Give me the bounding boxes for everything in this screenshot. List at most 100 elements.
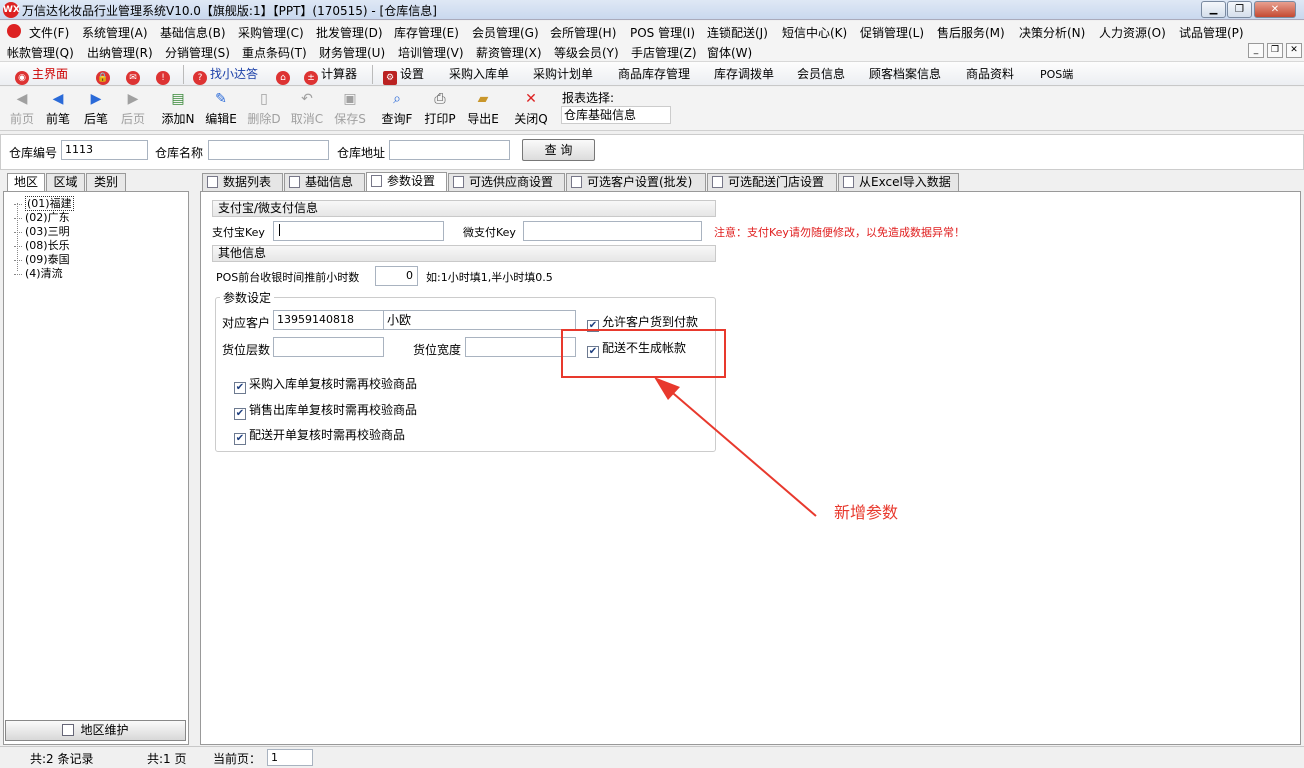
- last-page-button[interactable]: ▶ 后页: [113, 90, 153, 130]
- tree-item[interactable]: (4)清流: [14, 265, 63, 281]
- quick-purchase-in[interactable]: 采购入库单: [449, 66, 509, 83]
- checkbox-check-icon: ✔: [234, 433, 246, 445]
- delivery-recheck-checkbox[interactable]: ✔ 配送开单复核时需再校验商品: [234, 426, 405, 445]
- next-record-button[interactable]: ▶ 后笔: [76, 90, 116, 130]
- save-button[interactable]: ▣ 保存S: [330, 90, 370, 130]
- warehouse-name-input[interactable]: [208, 140, 329, 160]
- layer-count-input[interactable]: [273, 337, 384, 357]
- tab-store-settings[interactable]: 可选配送门店设置: [707, 173, 837, 191]
- menu-pos[interactable]: POS 管理(I): [630, 24, 695, 41]
- export-button[interactable]: ▰ 导出E: [463, 90, 503, 130]
- close-button[interactable]: ✕ 关闭Q: [511, 90, 551, 130]
- report-select[interactable]: 仓库基础信息: [561, 106, 671, 124]
- mdi-close-button[interactable]: ✕: [1286, 43, 1302, 58]
- menu-salary[interactable]: 薪资管理(X): [476, 44, 542, 61]
- menu-system[interactable]: 系统管理(A): [82, 24, 148, 41]
- menu-accounts[interactable]: 帐款管理(Q): [7, 44, 74, 61]
- list-icon: [453, 176, 464, 188]
- menu-distribution[interactable]: 分销管理(S): [165, 44, 230, 61]
- quick-home[interactable]: ◉ 主界面: [15, 66, 69, 85]
- menu-inventory[interactable]: 库存管理(E): [394, 24, 459, 41]
- menu-wholesale[interactable]: 批发管理(D): [316, 24, 383, 41]
- mdi-minimize-button[interactable]: _: [1248, 43, 1264, 58]
- tab-supplier-settings[interactable]: 可选供应商设置: [448, 173, 565, 191]
- menu-chain-delivery[interactable]: 连锁配送(J): [707, 24, 768, 41]
- quick-calculator[interactable]: ± 计算器: [304, 66, 357, 85]
- message-icon-button[interactable]: ✉: [126, 66, 143, 85]
- quick-member-info[interactable]: 会员信息: [797, 66, 845, 83]
- menu-cashier[interactable]: 出纳管理(R): [87, 44, 153, 61]
- quick-stock-mgmt[interactable]: 商品库存管理: [618, 66, 690, 83]
- slot-width-input[interactable]: [465, 337, 576, 357]
- menu-samples[interactable]: 试品管理(P): [1179, 24, 1244, 41]
- wechat-key-input[interactable]: [523, 221, 702, 241]
- purchase-recheck-checkbox[interactable]: ✔ 采购入库单复核时需再校验商品: [234, 375, 417, 394]
- tab-param-settings[interactable]: 参数设置: [366, 172, 447, 191]
- close-x-icon: ✕: [525, 91, 537, 107]
- quick-pos[interactable]: POS端: [1040, 66, 1073, 83]
- warehouse-code-input[interactable]: 1113: [61, 140, 148, 160]
- minimize-window-button[interactable]: ▁: [1201, 1, 1226, 18]
- prev-record-button[interactable]: ◀ 前笔: [38, 90, 78, 130]
- menu-barcode[interactable]: 重点条码(T): [242, 44, 307, 61]
- menu-decision[interactable]: 决策分析(N): [1019, 24, 1085, 41]
- tab-category[interactable]: 类别: [86, 173, 126, 191]
- quick-transfer[interactable]: 库存调拨单: [714, 66, 774, 83]
- add-button[interactable]: ▤ 添加N: [158, 90, 198, 130]
- menu-level-member[interactable]: 等级会员(Y): [554, 44, 619, 61]
- restore-window-button[interactable]: ❐: [1227, 1, 1252, 18]
- quick-home-label: 主界面: [32, 67, 69, 81]
- query-button[interactable]: 查 询: [522, 139, 595, 161]
- tab-excel-import[interactable]: 从Excel导入数据: [838, 173, 959, 191]
- current-page-input[interactable]: 1: [267, 749, 313, 766]
- tip-icon-button[interactable]: !: [156, 66, 173, 85]
- tab-data-list-label: 数据列表: [223, 175, 272, 189]
- tab-area[interactable]: 区域: [46, 173, 85, 191]
- menu-after-sales[interactable]: 售后服务(M): [937, 24, 1005, 41]
- tab-data-list[interactable]: 数据列表: [202, 173, 283, 191]
- cancel-button[interactable]: ↶ 取消C: [287, 90, 327, 130]
- home2-icon-button[interactable]: ⌂: [276, 66, 293, 85]
- menu-club[interactable]: 会所管理(H): [550, 24, 616, 41]
- menu-file[interactable]: 文件(F): [29, 24, 69, 41]
- text-cursor: [279, 224, 280, 236]
- checkbox-check-icon: ✔: [234, 382, 246, 394]
- alipay-key-input[interactable]: [273, 221, 444, 241]
- sales-recheck-checkbox[interactable]: ✔ 销售出库单复核时需再校验商品: [234, 401, 417, 420]
- other-section-header: 其他信息: [212, 245, 716, 262]
- customer-name-input[interactable]: 小欧: [383, 310, 576, 330]
- pos-hours-input[interactable]: 0: [375, 266, 418, 286]
- warehouse-address-input[interactable]: [389, 140, 510, 160]
- quick-settings[interactable]: ⚙ 设置: [383, 66, 424, 85]
- cancel-label: 取消C: [290, 112, 324, 126]
- region-maintenance-button[interactable]: 地区维护: [5, 720, 186, 741]
- menu-window[interactable]: 窗体(W): [707, 44, 752, 61]
- tab-basic-info[interactable]: 基础信息: [284, 173, 365, 191]
- close-window-button[interactable]: ✕: [1254, 1, 1296, 18]
- tab-customer-settings[interactable]: 可选客户设置(批发): [566, 173, 706, 191]
- sales-recheck-label: 销售出库单复核时需再校验商品: [249, 403, 418, 417]
- lock-icon-button[interactable]: 🔒: [96, 66, 113, 85]
- print-button[interactable]: ⎙ 打印P: [420, 90, 460, 130]
- first-page-button[interactable]: ◀ 前页: [2, 90, 42, 130]
- quick-assistant[interactable]: ? 找小达答: [193, 66, 258, 85]
- menu-training[interactable]: 培训管理(V): [398, 44, 464, 61]
- delete-button[interactable]: ▯ 删除D: [244, 90, 284, 130]
- quick-product-info[interactable]: 商品资料: [966, 66, 1014, 83]
- quick-customer-archive[interactable]: 顾客档案信息: [869, 66, 941, 83]
- menu-member[interactable]: 会员管理(G): [472, 24, 539, 41]
- menu-basic-info[interactable]: 基础信息(B): [160, 24, 226, 41]
- menu-promotion[interactable]: 促销管理(L): [860, 24, 924, 41]
- menu-store[interactable]: 手店管理(Z): [631, 44, 697, 61]
- menu-sms[interactable]: 短信中心(K): [782, 24, 847, 41]
- tab-supplier-settings-label: 可选供应商设置: [469, 175, 554, 189]
- tab-region[interactable]: 地区: [7, 173, 45, 192]
- quick-purchase-plan[interactable]: 采购计划单: [533, 66, 593, 83]
- edit-button[interactable]: ✎ 编辑E: [201, 90, 241, 130]
- menu-purchase[interactable]: 采购管理(C): [238, 24, 304, 41]
- customer-code-input[interactable]: 13959140818: [273, 310, 384, 330]
- menu-finance[interactable]: 财务管理(U): [319, 44, 385, 61]
- menu-hr[interactable]: 人力资源(O): [1099, 24, 1166, 41]
- query-toolbar-button[interactable]: ⌕ 查询F: [377, 90, 417, 130]
- mdi-restore-button[interactable]: ❐: [1267, 43, 1283, 58]
